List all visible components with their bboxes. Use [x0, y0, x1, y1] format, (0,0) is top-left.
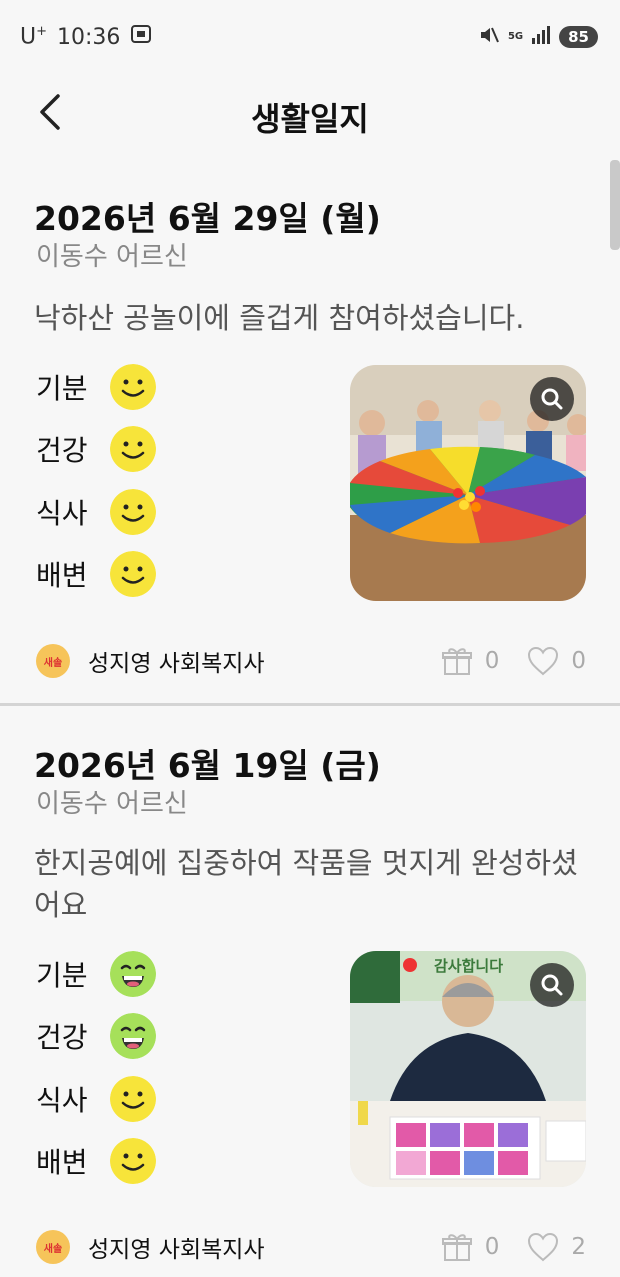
gift-icon	[441, 1234, 472, 1261]
zoom-button[interactable]	[530, 377, 574, 421]
like-count: 2	[571, 1234, 586, 1260]
condition-row-meal: 식사	[36, 1074, 156, 1124]
like-count: 0	[571, 648, 586, 674]
condition-label: 배변	[36, 1146, 88, 1179]
grin-face-icon	[110, 1013, 156, 1059]
condition-label: 배변	[36, 559, 88, 592]
gift-count: 0	[484, 1234, 500, 1260]
signal-icon	[531, 25, 551, 49]
heart-icon	[528, 1232, 559, 1262]
condition-row-bowel: 배변	[36, 1136, 156, 1186]
condition-row-health: 건강	[36, 1011, 156, 1061]
search-icon	[541, 974, 563, 996]
author-avatar: 새솔	[36, 1230, 70, 1264]
gift-button[interactable]: 0	[441, 1231, 500, 1263]
grin-face-icon	[110, 951, 156, 997]
smile-face-icon	[110, 364, 156, 410]
app-header: 생활일지	[0, 74, 620, 154]
entry-footer: 새솔 성지영 사회복지사 0 2	[36, 1227, 586, 1267]
mute-icon	[478, 24, 500, 50]
condition-row-mood: 기분	[36, 362, 156, 412]
screenshot-icon	[130, 24, 152, 50]
status-time: 10:36	[57, 24, 121, 50]
condition-label: 식사	[36, 1084, 88, 1117]
scrollbar-thumb[interactable]	[610, 160, 620, 250]
zoom-button[interactable]	[530, 963, 574, 1007]
smile-face-icon	[110, 489, 156, 535]
carrier-label: U+	[20, 24, 48, 50]
author-name: 성지영 사회복지사	[88, 1237, 265, 1263]
gift-count: 0	[484, 648, 500, 674]
entry-date: 2026년 6월 19일 (금)	[34, 746, 381, 785]
status-bar: U+ 10:36 5G 85	[0, 0, 620, 74]
entry-text: 한지공예에 집중하여 작품을 멋지게 완성하셨어요	[34, 846, 578, 922]
author-avatar: 새솔	[36, 644, 70, 678]
like-button[interactable]: 0	[527, 646, 586, 676]
like-button[interactable]: 2	[527, 1232, 586, 1262]
condition-row-meal: 식사	[36, 487, 156, 537]
network-type: 5G	[507, 31, 524, 42]
condition-row-bowel: 배변	[36, 549, 156, 599]
smile-face-icon	[110, 426, 156, 472]
entry-footer: 새솔 성지영 사회복지사 0 0	[36, 641, 586, 681]
smile-face-icon	[110, 1076, 156, 1122]
entry-photo[interactable]	[350, 365, 586, 601]
condition-row-mood: 기분	[36, 949, 156, 999]
author-name: 성지영 사회복지사	[88, 651, 265, 677]
smile-face-icon	[110, 1138, 156, 1184]
entry-date: 2026년 6월 29일 (월)	[34, 199, 381, 238]
gift-icon	[441, 648, 472, 675]
condition-label: 기분	[36, 372, 88, 405]
heart-icon	[528, 646, 559, 676]
condition-label: 건강	[36, 1021, 88, 1054]
condition-row-health: 건강	[36, 424, 156, 474]
entry-divider	[0, 703, 620, 706]
condition-label: 식사	[36, 497, 88, 530]
entry-text: 낙하산 공놀이에 즐겁게 참여하셨습니다.	[34, 301, 525, 335]
entry-person: 이동수 어르신	[36, 789, 188, 819]
page-title: 생활일지	[251, 100, 369, 138]
condition-label: 기분	[36, 959, 88, 992]
photo-banner-text: 감사합니다	[434, 957, 504, 975]
entry-photo[interactable]: 감사합니다	[350, 951, 586, 1187]
smile-face-icon	[110, 551, 156, 597]
condition-label: 건강	[36, 434, 88, 467]
entry-person: 이동수 어르신	[36, 242, 188, 272]
battery-indicator: 85	[559, 26, 598, 48]
gift-button[interactable]: 0	[441, 645, 500, 677]
search-icon	[541, 388, 563, 410]
